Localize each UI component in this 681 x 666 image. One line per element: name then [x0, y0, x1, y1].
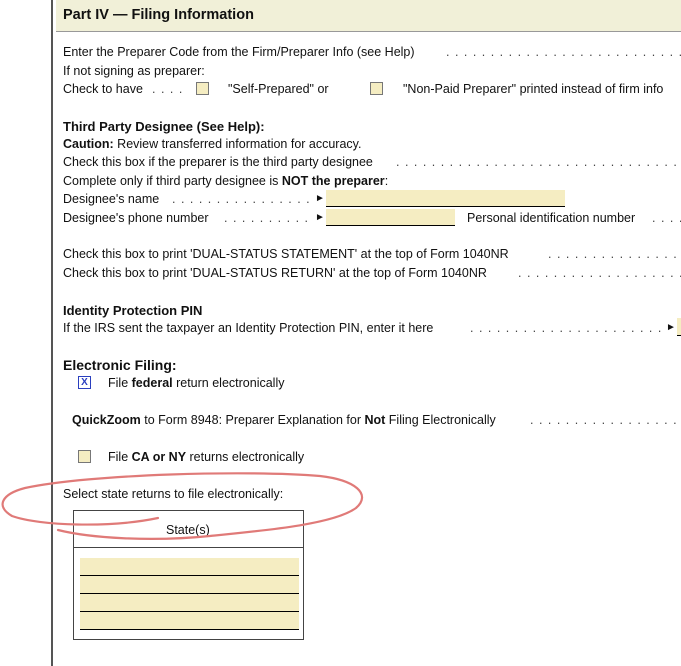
handdrawn-annotation	[1, 472, 364, 540]
annotation-loop	[1, 472, 364, 540]
